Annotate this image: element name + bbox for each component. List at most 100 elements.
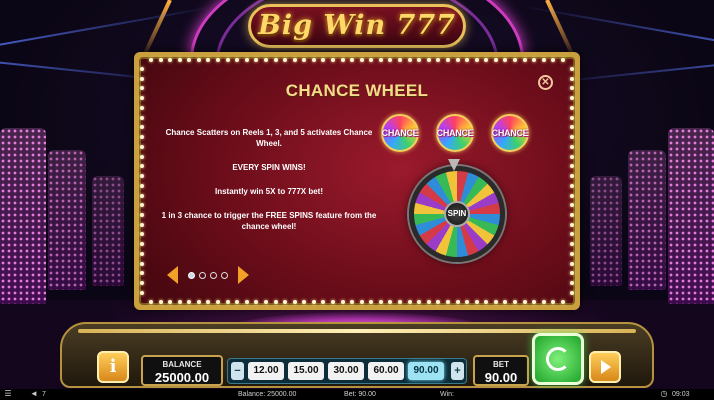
marquee-bulb xyxy=(369,58,374,62)
chance-scatter-symbol: CHANCE xyxy=(491,114,529,152)
bet-display: BET 90.00 xyxy=(473,355,529,386)
marquee-bulb xyxy=(216,58,221,62)
marquee-bulb xyxy=(436,300,441,304)
autoplay-button[interactable] xyxy=(589,351,621,383)
bet-option[interactable]: 60.00 xyxy=(368,362,404,380)
marquee-bulb xyxy=(541,58,546,62)
marquee-bulb xyxy=(570,105,574,110)
marquee-bulb xyxy=(140,135,144,140)
marquee-bulb xyxy=(140,251,144,256)
marquee-bulb xyxy=(168,58,173,62)
status-bet: Bet: 90.00 xyxy=(344,391,376,398)
led-pillar xyxy=(48,150,86,290)
marquee-bulb xyxy=(302,58,307,62)
marquee-bulb xyxy=(273,300,278,304)
marquee-bulb xyxy=(149,300,153,304)
marquee-bulb xyxy=(321,58,326,62)
marquee-bulb xyxy=(158,300,163,304)
marquee-bulb xyxy=(570,232,574,237)
page-dot[interactable] xyxy=(188,271,195,279)
marquee-bulb xyxy=(254,58,259,62)
marquee-bulb xyxy=(263,300,268,304)
marquee-bulb xyxy=(551,300,556,304)
page-dot[interactable] xyxy=(210,271,217,279)
bet-option[interactable]: 30.00 xyxy=(328,362,364,380)
marquee-bulb xyxy=(532,58,537,62)
marquee-bulb xyxy=(388,300,393,304)
spin-button[interactable] xyxy=(532,333,584,385)
marquee-bulb xyxy=(570,135,574,140)
marquee-bulb xyxy=(311,300,316,304)
marquee-bulb xyxy=(140,174,144,179)
marquee-bulb xyxy=(140,115,144,120)
marquee-lights xyxy=(149,58,565,62)
bet-option[interactable]: 15.00 xyxy=(288,362,324,380)
marquee-bulb xyxy=(350,300,355,304)
marquee-bulb xyxy=(140,213,144,218)
marquee-bulb xyxy=(140,154,144,159)
light-ray xyxy=(0,5,219,49)
marquee-bulb xyxy=(177,300,182,304)
led-pillar xyxy=(668,128,714,304)
wheel-pointer-icon xyxy=(448,159,460,171)
marquee-bulb xyxy=(283,300,288,304)
marquee-bulb xyxy=(140,222,144,227)
marquee-bulb xyxy=(140,193,144,198)
description-line: 1 in 3 chance to trigger the FREE SPINS … xyxy=(161,211,377,231)
status-time: 09:03 xyxy=(672,391,690,398)
marquee-bulb xyxy=(484,300,489,304)
marquee-bulb xyxy=(302,300,307,304)
marquee-bulb xyxy=(484,58,489,62)
close-icon[interactable]: ✕ xyxy=(538,75,553,90)
balance-display: BALANCE 25000.00 xyxy=(141,355,223,386)
marquee-bulb xyxy=(570,174,574,179)
marquee-bulb xyxy=(570,242,574,247)
marquee-bulb xyxy=(140,271,144,276)
sound-level: 7 xyxy=(42,391,46,398)
previous-page-arrow-icon[interactable] xyxy=(167,266,178,284)
led-pillar xyxy=(0,128,46,304)
marquee-bulb xyxy=(140,67,144,71)
marquee-bulb xyxy=(570,144,574,149)
play-icon xyxy=(601,360,611,374)
marquee-bulb xyxy=(206,58,211,62)
sound-icon[interactable]: ◄ xyxy=(30,390,38,398)
marquee-bulb xyxy=(398,58,403,62)
chance-wheel: SPIN xyxy=(409,166,505,262)
info-button[interactable]: i xyxy=(97,351,129,383)
page-dot[interactable] xyxy=(199,271,206,279)
marquee-bulb xyxy=(283,58,288,62)
marquee-bulb xyxy=(330,58,335,62)
bet-option-selected[interactable]: 90.00 xyxy=(408,362,444,380)
marquee-bulb xyxy=(149,58,153,62)
bet-increase-button[interactable]: + xyxy=(451,362,464,380)
marquee-bulb xyxy=(140,105,144,110)
marquee-bulb xyxy=(244,58,249,62)
logo-text: Big Win 777 xyxy=(258,10,456,41)
balance-value: 25000.00 xyxy=(154,370,210,385)
marquee-bulb xyxy=(436,58,441,62)
status-balance: Balance: 25000.00 xyxy=(238,391,297,398)
marquee-bulb xyxy=(570,115,574,120)
marquee-bulb xyxy=(474,58,479,62)
marquee-bulb xyxy=(196,58,201,62)
marquee-bulb xyxy=(292,58,297,62)
marquee-bulb xyxy=(168,300,173,304)
marquee-bulb xyxy=(140,232,144,237)
bet-option[interactable]: 12.00 xyxy=(248,362,284,380)
menu-icon[interactable]: ☰ xyxy=(4,390,12,398)
feature-description: Chance Scatters on Reels 1, 3, and 5 act… xyxy=(159,127,379,245)
marquee-bulb xyxy=(474,300,479,304)
marquee-bulb xyxy=(570,193,574,198)
marquee-bulb xyxy=(426,300,431,304)
next-page-arrow-icon[interactable] xyxy=(238,266,249,284)
marquee-bulb xyxy=(512,300,517,304)
marquee-bulb xyxy=(465,58,470,62)
marquee-bulb xyxy=(570,125,574,130)
marquee-bulb xyxy=(311,58,316,62)
chance-scatter-symbol: CHANCE xyxy=(436,114,474,152)
page-dot[interactable] xyxy=(221,271,228,279)
bet-decrease-button[interactable]: − xyxy=(231,362,244,380)
chance-scatter-label: CHANCE xyxy=(436,128,474,138)
marquee-bulb xyxy=(541,300,546,304)
